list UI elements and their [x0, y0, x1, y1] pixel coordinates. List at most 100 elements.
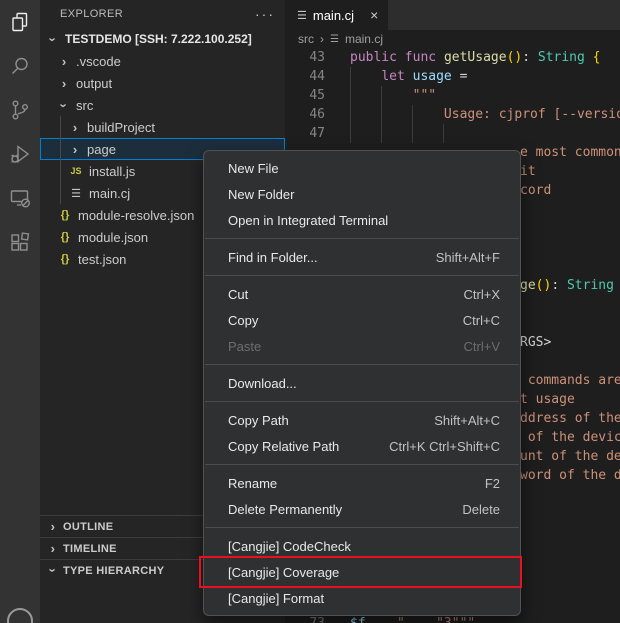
run-and-debug-icon[interactable]: [0, 132, 40, 176]
tree-indent-guide: [60, 116, 61, 204]
tree-item-testdemo-ssh-7-222-100-252[interactable]: ›TESTDEMO [SSH: 7.222.100.252]: [40, 28, 285, 50]
cj-file-icon: ☰: [68, 187, 84, 200]
code-token: it: [520, 162, 536, 181]
tab-bar: ☰ main.cj ×: [285, 0, 620, 30]
chevron-right-icon: ›: [320, 32, 324, 46]
code-token: :: [551, 276, 567, 295]
chevron-right-icon: ›: [68, 142, 82, 157]
code-line-44[interactable]: 44 let usage =: [285, 67, 620, 86]
tree-item-label: TESTDEMO [SSH: 7.222.100.252]: [65, 32, 252, 46]
code-fragment: RGS>: [520, 333, 551, 352]
tree-item-label: main.cj: [89, 186, 130, 201]
line-number: 44: [285, 67, 325, 86]
code-text: let usage =: [350, 67, 467, 86]
menu-item-shortcut: Ctrl+C: [463, 313, 500, 328]
code-fragment: t usage: [520, 390, 575, 409]
menu-item-label: Delete Permanently: [228, 502, 342, 517]
tab-main-cj[interactable]: ☰ main.cj ×: [285, 0, 388, 30]
remote-explorer-icon[interactable]: [0, 176, 40, 220]
sidebar-title: EXPLORER: [60, 8, 123, 20]
more-actions-button[interactable]: ···: [255, 6, 275, 22]
code-token: " "3""": [366, 616, 476, 623]
close-icon[interactable]: ×: [370, 7, 378, 23]
tree-item-vscode[interactable]: ›.vscode: [40, 50, 285, 72]
menu-item-label: New Folder: [228, 187, 294, 202]
chevron-right-icon: ›: [46, 519, 60, 534]
menu-item-find-in-folder[interactable]: Find in Folder...Shift+Alt+F: [204, 244, 520, 270]
tab-label: main.cj: [313, 8, 354, 23]
menu-item-cangjie-coverage[interactable]: [Cangjie] Coverage: [204, 559, 520, 585]
js-file-icon: JS: [68, 166, 84, 176]
code-line-47[interactable]: 47: [285, 124, 620, 143]
code-token: of the devic: [520, 428, 620, 447]
search-icon[interactable]: [0, 44, 40, 88]
indent-guide: [412, 105, 413, 143]
code-token: [405, 69, 413, 84]
menu-item-copy[interactable]: Copy Ctrl+C: [204, 307, 520, 333]
menu-item-label: Copy Relative Path: [228, 439, 339, 454]
menu-item-label: [Cangjie] CodeCheck: [228, 539, 351, 554]
menu-item-cangjie-format[interactable]: [Cangjie] Format: [204, 585, 520, 611]
menu-item-paste: Paste Ctrl+V: [204, 333, 520, 359]
code-token: Usage: cjprof [--version: [444, 107, 620, 122]
line-number: 46: [285, 105, 325, 124]
line-number: 47: [285, 124, 325, 143]
explorer-icon[interactable]: [0, 0, 40, 44]
section-label: TYPE HIERARCHY: [63, 565, 164, 577]
code-token: func: [405, 50, 436, 65]
line-number: 45: [285, 86, 325, 105]
menu-item-rename[interactable]: RenameF2: [204, 470, 520, 496]
menu-item-label: Copy: [228, 313, 258, 328]
indent-guide: [350, 67, 351, 143]
code-token: cord: [520, 181, 551, 200]
menu-separator: [205, 527, 519, 528]
tree-item-buildproject[interactable]: › buildProject: [40, 116, 285, 138]
menu-separator: [205, 401, 519, 402]
menu-item-new-folder[interactable]: New Folder: [204, 181, 520, 207]
code-token: String: [538, 50, 585, 65]
json-file-icon: {}: [57, 209, 73, 221]
cj-file-icon: ☰: [297, 9, 307, 22]
tree-item-label: install.js: [89, 164, 135, 179]
menu-item-label: Paste: [228, 339, 261, 354]
menu-item-cangjie-codecheck[interactable]: [Cangjie] CodeCheck: [204, 533, 520, 559]
menu-item-copy-path[interactable]: Copy PathShift+Alt+C: [204, 407, 520, 433]
code-line-43[interactable]: 43 public func getUsage(): String {: [285, 48, 620, 67]
menu-item-delete-permanently[interactable]: Delete PermanentlyDelete: [204, 496, 520, 522]
code-token: [350, 69, 381, 84]
menu-item-shortcut: Ctrl+K Ctrl+Shift+C: [389, 439, 500, 454]
tree-item-output[interactable]: ›output: [40, 72, 285, 94]
chevron-right-icon: ›: [68, 120, 82, 135]
menu-item-cut[interactable]: CutCtrl+X: [204, 281, 520, 307]
code-token: e most common: [520, 143, 620, 162]
cj-file-icon: ☰: [330, 34, 339, 45]
code-token: [350, 107, 444, 122]
menu-item-download[interactable]: Download...: [204, 370, 520, 396]
menu-item-shortcut: Ctrl+V: [464, 339, 500, 354]
breadcrumb[interactable]: src › ☰ main.cj: [285, 30, 620, 48]
menu-item-copy-relative-path[interactable]: Copy Relative Path Ctrl+K Ctrl+Shift+C: [204, 433, 520, 459]
tree-item-label: output: [76, 76, 112, 91]
code-line-46[interactable]: 46 Usage: cjprof [--version: [285, 105, 620, 124]
breadcrumb-file[interactable]: main.cj: [345, 32, 383, 46]
code-token: getUsage: [444, 50, 507, 65]
tree-item-label: buildProject: [87, 120, 155, 135]
code-token: [585, 50, 593, 65]
menu-item-new-file[interactable]: New File: [204, 155, 520, 181]
code-token: commands are: [520, 371, 620, 390]
account-icon[interactable]: [7, 608, 33, 623]
code-token: {: [593, 50, 601, 65]
code-text: public func getUsage(): String {: [350, 48, 601, 67]
breadcrumb-folder[interactable]: src: [298, 32, 314, 46]
menu-item-open-in-integrated-terminal[interactable]: Open in Integrated Terminal: [204, 207, 520, 233]
code-line-45[interactable]: 45 """: [285, 86, 620, 105]
code-area[interactable]: 43public func getUsage(): String {44 let…: [285, 48, 620, 143]
tree-item-src[interactable]: ›src: [40, 94, 285, 116]
code-token: String: [567, 276, 614, 295]
menu-item-label: Rename: [228, 476, 277, 491]
chevron-right-icon: ›: [57, 54, 71, 69]
code-fragment: e most common: [520, 143, 620, 162]
line-number: 43: [285, 48, 325, 67]
source-control-icon[interactable]: [0, 88, 40, 132]
extensions-icon[interactable]: [0, 220, 40, 264]
